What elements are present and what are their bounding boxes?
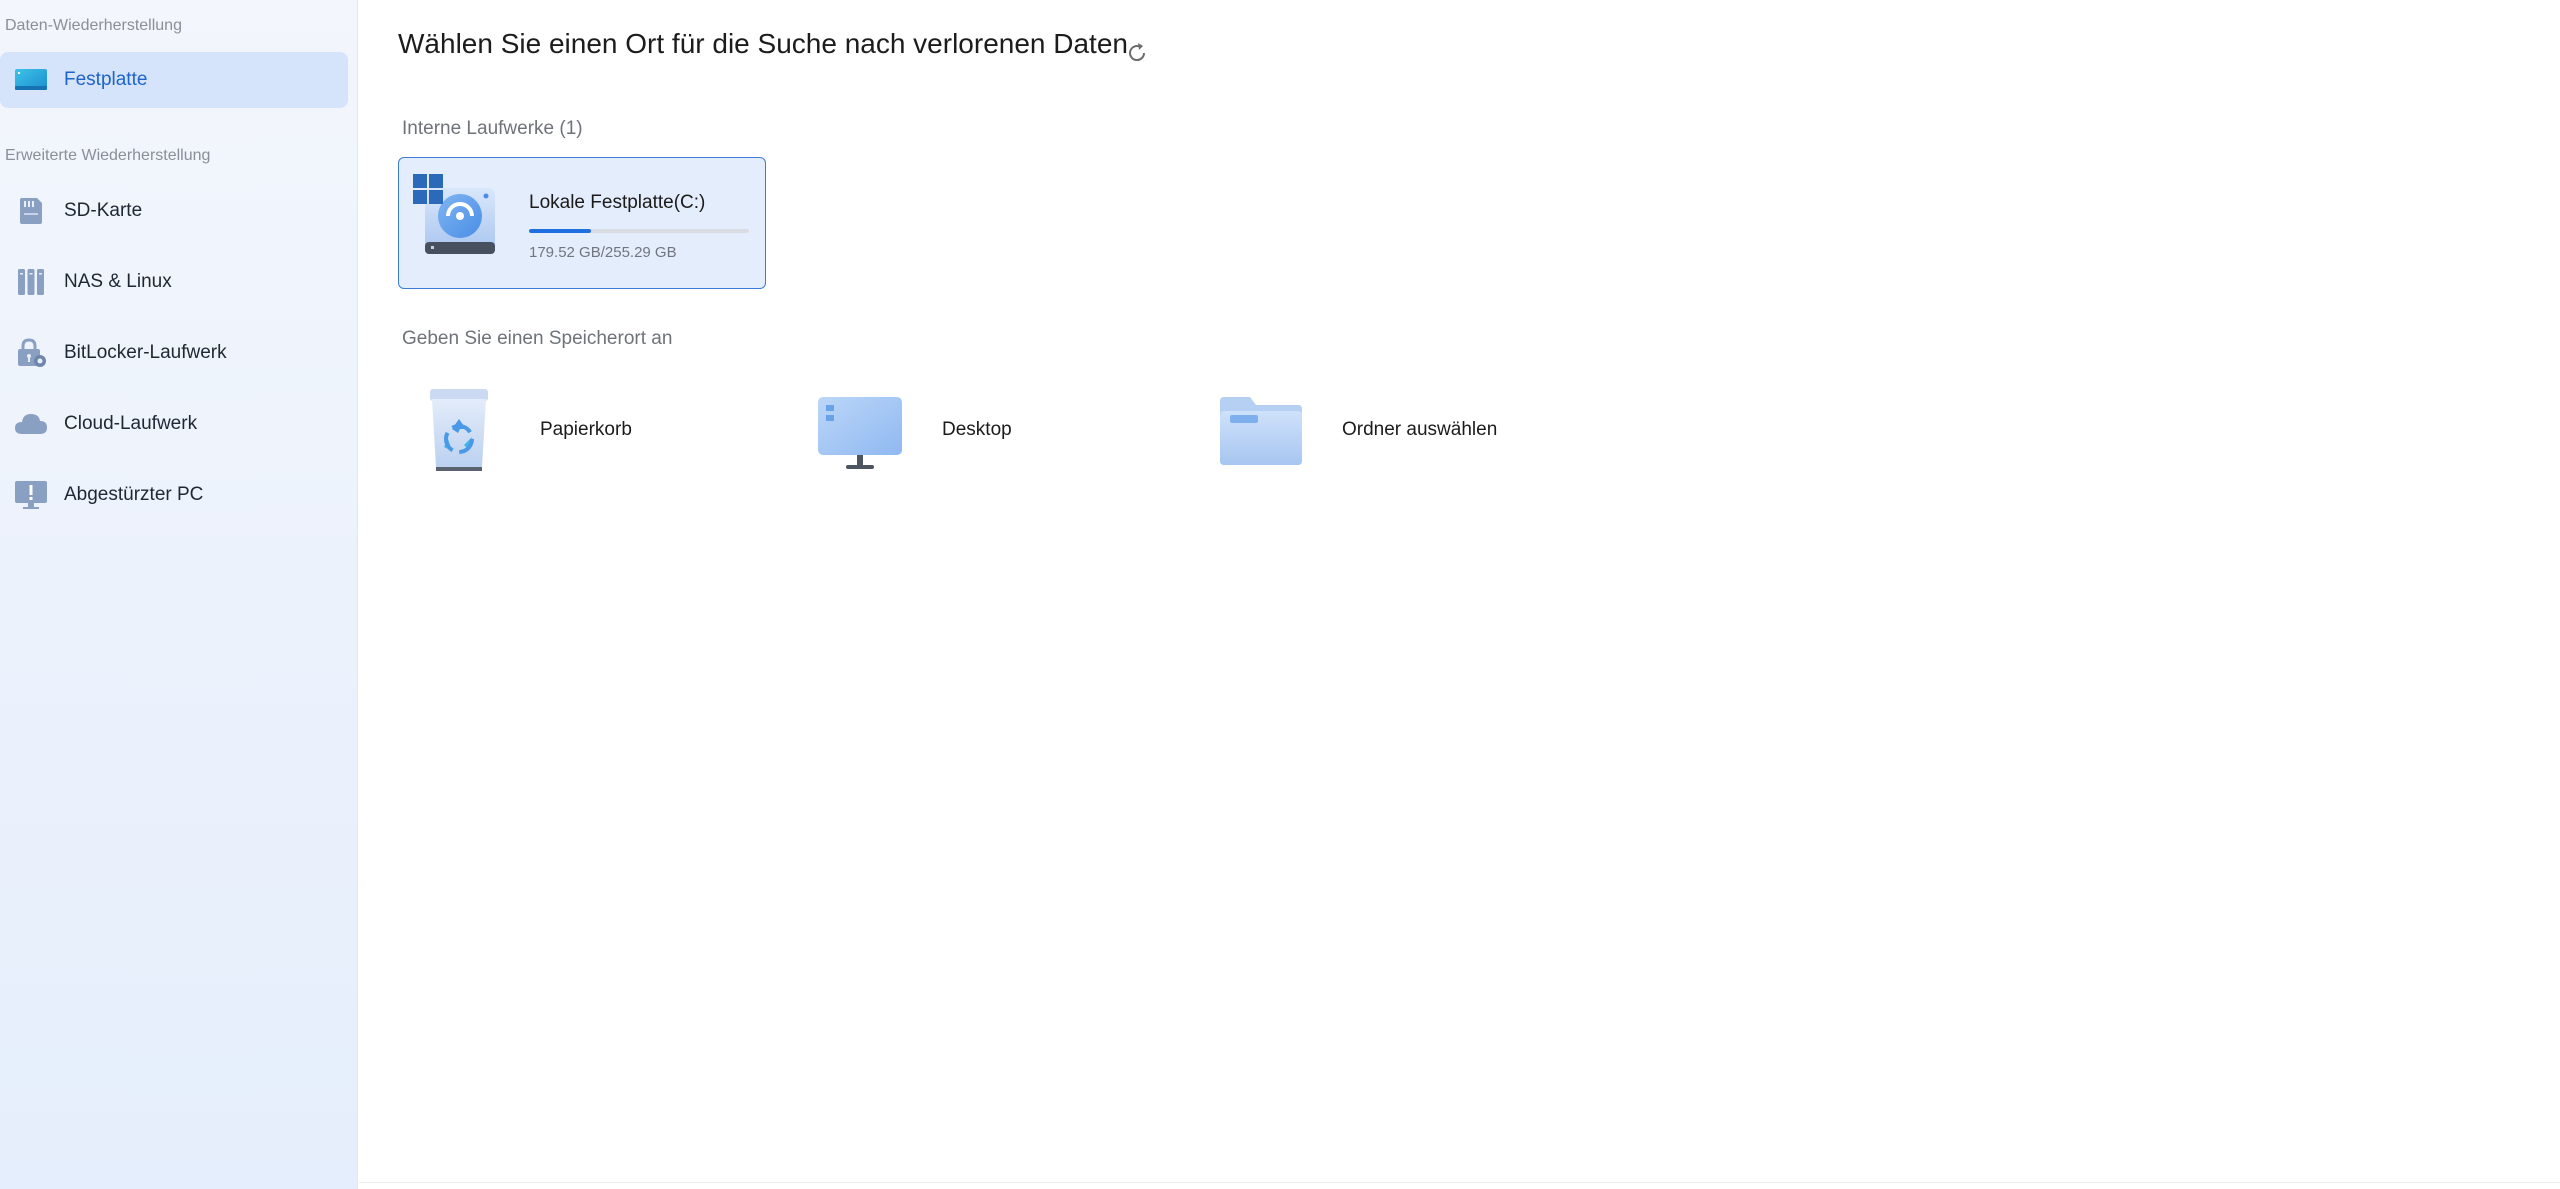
sidebar-item-label: BitLocker-Laufwerk [64, 342, 227, 363]
bottom-divider [359, 1182, 2560, 1183]
location-label: Ordner auswählen [1342, 419, 1498, 440]
drive-card-c[interactable]: Lokale Festplatte(C:) 179.52 GB/255.29 G… [398, 157, 766, 289]
location-recycle-bin[interactable]: Papierkorb [414, 385, 632, 475]
drive-size: 179.52 GB/255.29 GB [529, 244, 677, 261]
location-label: Papierkorb [540, 419, 632, 440]
sidebar-item-label: Cloud-Laufwerk [64, 413, 198, 434]
drive-name: Lokale Festplatte(C:) [529, 192, 706, 213]
windows-drive-icon [413, 174, 503, 264]
desktop-monitor-icon [816, 385, 906, 475]
hard-disk-icon [14, 63, 48, 97]
sidebar: Daten-Wiederherstellung Festplatte Erwei… [0, 0, 358, 1189]
nas-icon [14, 265, 48, 299]
cloud-icon [14, 407, 48, 441]
sidebar-item-cloud[interactable]: Cloud-Laufwerk [0, 396, 348, 452]
location-label: Desktop [942, 419, 1012, 440]
sidebar-item-label: NAS & Linux [64, 271, 172, 292]
refresh-icon[interactable] [1125, 41, 1149, 65]
sd-card-icon [14, 194, 48, 228]
sidebar-item-label: SD-Karte [64, 200, 143, 221]
sidebar-item-bitlocker[interactable]: BitLocker-Laufwerk [0, 325, 348, 381]
location-select-folder[interactable]: Ordner auswählen [1216, 385, 1497, 475]
page-title: Wählen Sie einen Ort für die Suche nach … [398, 28, 1128, 59]
sidebar-item-sd-karte[interactable]: SD-Karte [0, 183, 348, 239]
sidebar-item-label: Festplatte [64, 69, 148, 90]
main-panel: Wählen Sie einen Ort für die Suche nach … [359, 0, 2560, 1189]
location-desktop[interactable]: Desktop [816, 385, 1012, 475]
internal-drives-label: Interne Laufwerke (1) [402, 118, 583, 139]
sidebar-item-festplatte[interactable]: Festplatte [0, 52, 348, 108]
sidebar-item-crashed-pc[interactable]: Abgestürzter PC [0, 467, 348, 523]
specify-location-label: Geben Sie einen Speicherort an [402, 328, 673, 349]
drive-usage-bar [529, 229, 749, 233]
folder-icon [1216, 385, 1306, 475]
bitlocker-lock-icon [14, 336, 48, 370]
section-label-data-recovery: Daten-Wiederherstellung [5, 17, 182, 34]
recycle-bin-icon [414, 385, 504, 475]
drive-usage-fill [529, 229, 591, 233]
sidebar-item-label: Abgestürzter PC [64, 484, 204, 505]
section-label-advanced-recovery: Erweiterte Wiederherstellung [5, 147, 211, 164]
sidebar-item-nas-linux[interactable]: NAS & Linux [0, 254, 348, 310]
crashed-pc-icon [14, 478, 48, 512]
